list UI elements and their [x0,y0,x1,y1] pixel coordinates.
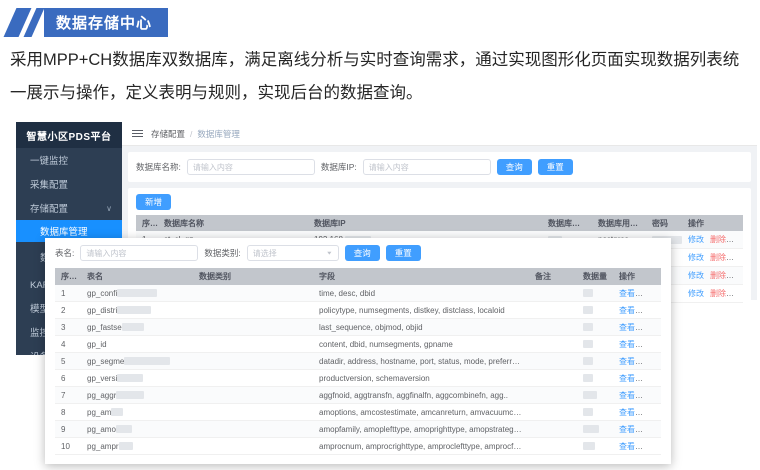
redacted-blur [583,374,593,382]
delete-link[interactable]: 删除 [710,289,726,298]
data-detail-link[interactable]: 数据详情 [641,374,661,383]
redacted-blur [583,442,595,450]
table-filter-bar: 表名: 数据类别: 请选择 ▼ 查询 重置 [45,238,671,268]
view-link[interactable]: 查看 [619,408,635,417]
table-row: 8 pg_am amoptions, amcostestimate, amcan… [55,404,661,421]
table-row: 7 pg_aggr aggfnoid, aggtransfn, aggfinal… [55,387,661,404]
table-list: 序号 表名 数据类别 字段 备注 数据量 操作 1 gp_confi time,… [45,268,671,455]
db-ip-label: 数据库IP: [321,161,357,173]
redacted-blur [583,289,593,297]
table-row: 1 gp_confi time, desc, dbid 查看数据详情 [55,285,661,302]
data-detail-link[interactable]: 数据详情 [641,442,661,451]
table-row: 2 gp_distri policytype, numsegments, dis… [55,302,661,319]
edit-link[interactable]: 修改 [688,289,704,298]
data-detail-link[interactable]: 数据详情 [641,306,661,315]
view-link[interactable]: 查看 [619,442,635,451]
query-button[interactable]: 查询 [345,245,380,261]
edit-link[interactable]: 修改 [688,235,704,244]
topbar: 存储配置 / 数据库管理 [122,122,757,146]
reset-button[interactable]: 重置 [538,159,573,175]
table-list-panel: 表名: 数据类别: 请选择 ▼ 查询 重置 序号 表名 数据类别 字段 备注 数… [45,238,671,464]
table-row: 4 gp_id content, dbid, numsegments, gpna… [55,336,661,353]
redacted-blur [583,391,597,399]
data-detail-link[interactable]: 数据详情 [641,289,661,298]
data-detail-link[interactable]: 数据详情 [641,340,661,349]
db-ip-input[interactable] [363,159,491,175]
delete-link[interactable]: 删除 [710,253,726,262]
view-link[interactable]: 查看 [619,289,635,298]
data-detail-link[interactable]: 数据详情 [641,357,661,366]
table-row: 3 gp_fastse last_sequence, objmod, objid… [55,319,661,336]
redacted-blur [119,442,133,450]
view-link[interactable]: 查看 [619,340,635,349]
chevron-down-icon: ∨ [106,204,112,213]
chevron-down-icon: ▼ [326,251,333,256]
sidebar-item-collect-config[interactable]: 采集配置 [16,172,122,196]
data-detail-link[interactable]: 数据详情 [641,391,661,400]
data-detail-link[interactable]: 数据详情 [641,408,661,417]
intro-paragraph: 采用MPP+CH数据库双数据库，满足离线分析与实时查询需求，通过实现图形化页面实… [10,44,752,110]
redacted-blur [124,357,170,365]
breadcrumb-current: 数据库管理 [197,128,240,140]
view-link[interactable]: 查看 [619,425,635,434]
table-name-label: 表名: [55,247,74,259]
redacted-blur [122,323,144,331]
reset-button[interactable]: 重置 [386,245,421,261]
edit-link[interactable]: 修改 [688,253,704,262]
view-link[interactable]: 查看 [619,374,635,383]
table-list-header: 序号 表名 数据类别 字段 备注 数据量 操作 [55,268,661,285]
sidebar-item-storage-config[interactable]: 存储配置 ∨ [16,196,122,220]
sidebar-item-monitor[interactable]: 一键监控 [16,148,122,172]
delete-link[interactable]: 删除 [710,235,726,244]
redacted-blur [117,374,143,382]
data-type-label: 数据类别: [204,247,240,259]
redacted-blur [583,425,599,433]
db-table-header: 序号 数据库名称 数据库IP 数据库端口 数据库用户名 密码 操作 [136,215,743,231]
db-name-input[interactable] [187,159,315,175]
section-banner: 数据存储中心 [10,8,168,37]
redacted-blur [583,408,593,416]
db-name-label: 数据库名称: [136,161,181,173]
view-link[interactable]: 查看 [619,391,635,400]
view-link[interactable]: 查看 [619,357,635,366]
data-detail-link[interactable]: 数据详情 [641,323,661,332]
breadcrumb-parent[interactable]: 存储配置 [151,128,185,140]
table-row: 6 gp_versi productversion, schemaversion… [55,370,661,387]
redacted-blur [117,289,157,297]
redacted-blur [116,391,144,399]
breadcrumb: 存储配置 / 数据库管理 [151,128,240,140]
collapse-menu-icon[interactable] [132,130,143,137]
view-link[interactable]: 查看 [619,323,635,332]
add-button[interactable]: 新增 [136,194,171,210]
redacted-blur [583,357,593,365]
query-button[interactable]: 查询 [497,159,532,175]
db-filter-bar: 数据库名称: 数据库IP: 查询 重置 [128,152,751,182]
redacted-blur [116,425,132,433]
redacted-blur [583,340,593,348]
breadcrumb-separator: / [190,129,192,139]
data-detail-link[interactable]: 数据详情 [641,425,661,434]
redacted-blur [583,323,593,331]
data-type-select[interactable]: 请选择 ▼ [247,245,339,261]
app-brand: 智慧小区PDS平台 [16,122,122,148]
table-row: 9 pg_amo amopfamily, amoplefttype, amopr… [55,421,661,438]
redacted-blur [117,306,151,314]
table-row: 10 pg_ampr amprocnum, amprocrighttype, a… [55,438,661,455]
redacted-blur [111,408,123,416]
page-title: 数据存储中心 [44,8,168,37]
delete-link[interactable]: 删除 [710,271,726,280]
table-name-input[interactable] [80,245,198,261]
view-link[interactable]: 查看 [619,306,635,315]
redacted-blur [583,306,593,314]
table-row: 5 gp_segme datadir, address, hostname, p… [55,353,661,370]
edit-link[interactable]: 修改 [688,271,704,280]
